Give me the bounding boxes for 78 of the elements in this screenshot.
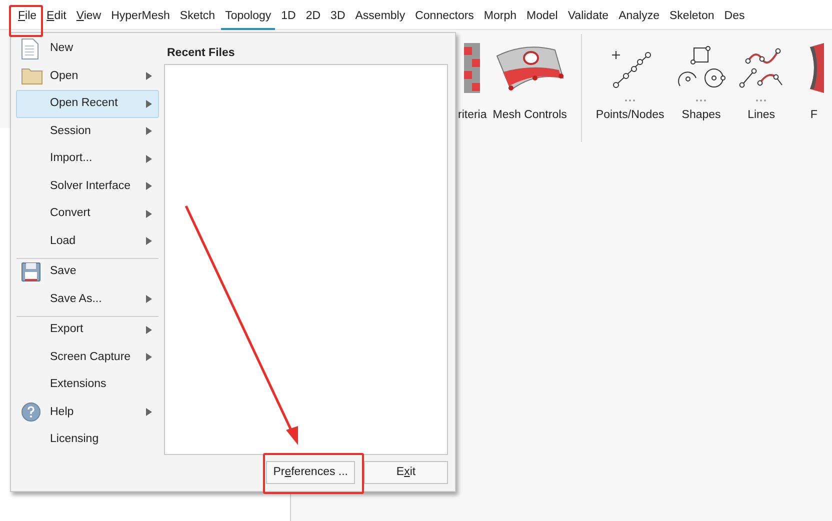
menu-item-label: Screen Capture	[50, 350, 132, 365]
menu-tab[interactable]: File	[14, 6, 41, 30]
menu-tab[interactable]: Des	[720, 6, 749, 30]
menu-tab[interactable]: Connectors	[411, 6, 478, 30]
lines-icon	[738, 46, 784, 88]
menu-item-label: Open	[50, 68, 80, 84]
menu-item[interactable]: New	[16, 35, 159, 62]
dialog-button[interactable]: Preferences ...	[266, 461, 355, 484]
submenu-arrow-icon	[146, 210, 152, 218]
menu-item[interactable]: Solver Interface	[16, 172, 159, 200]
menu-tab[interactable]: Skeleton	[666, 6, 718, 30]
recent-files-title: Recent Files	[167, 46, 236, 61]
menu-item-label: Import...	[50, 151, 94, 166]
menu-item[interactable]: Load	[16, 228, 159, 255]
menu-item[interactable]: Screen Capture	[16, 344, 159, 371]
menu-item-label: Open Recent	[50, 96, 119, 112]
menu-item-label: Save As...	[50, 292, 103, 307]
menu-item[interactable]: Import...	[16, 145, 159, 172]
document-icon	[21, 38, 39, 60]
more-dots-icon	[755, 98, 768, 102]
menu-item[interactable]: Export	[16, 316, 159, 344]
menu-item[interactable]: Extensions	[16, 371, 159, 398]
submenu-arrow-icon	[146, 353, 152, 362]
menu-tab[interactable]: Assembly	[351, 6, 410, 30]
menu-item[interactable]: Licensing	[16, 426, 159, 454]
menu-item-label: Extensions	[50, 377, 108, 392]
submenu-arrow-icon	[146, 326, 152, 334]
menu-item[interactable]: Save As...	[16, 286, 159, 313]
tool-label[interactable]: Lines	[748, 107, 776, 124]
shapes-icon	[676, 46, 726, 90]
highlight-frame-overlay	[9, 5, 43, 37]
submenu-arrow-icon	[146, 237, 152, 246]
folder-icon	[21, 67, 43, 86]
menu-item-label: Save	[50, 264, 78, 280]
checkered-block-icon	[464, 42, 480, 92]
menu-item-label: Solver Interface	[50, 178, 132, 194]
menu-item[interactable]: Save	[16, 258, 159, 286]
menu-tab[interactable]: Model	[522, 6, 562, 30]
menu-item-label: New	[50, 41, 74, 56]
tool-label[interactable]: F	[810, 107, 818, 124]
menu-tab[interactable]: Morph	[480, 6, 521, 30]
tool-label[interactable]: riteria	[458, 107, 487, 124]
tool-label[interactable]: Shapes	[682, 107, 721, 124]
menu-item-label: Licensing	[50, 432, 100, 448]
tool-label[interactable]: Mesh Controls	[492, 107, 567, 124]
menu-item-label: Export	[50, 322, 84, 338]
tool-label[interactable]: Points/Nodes	[596, 107, 664, 124]
menu-tab[interactable]: Sketch	[176, 6, 220, 30]
menu-item[interactable]: Open	[16, 62, 159, 90]
submenu-arrow-icon	[146, 182, 152, 190]
menu-item-label: Convert	[50, 206, 92, 222]
more-dots-icon	[624, 98, 636, 102]
menu-item[interactable]: Open Recent	[16, 90, 159, 118]
submenu-arrow-icon	[146, 72, 152, 80]
menu-tab[interactable]: 3D	[326, 6, 350, 30]
menu-tab[interactable]: View	[72, 6, 106, 30]
submenu-arrow-icon	[146, 127, 152, 136]
submenu-arrow-icon	[146, 100, 152, 108]
menu-tab[interactable]: Analyze	[614, 6, 664, 30]
menu-item-label: Help	[50, 404, 75, 420]
menu-tab[interactable]: 1D	[277, 6, 300, 30]
surface-icon	[810, 42, 824, 92]
menu-item-label: Session	[50, 124, 92, 139]
menu-item[interactable]: Help	[16, 398, 159, 426]
help-icon	[21, 402, 41, 422]
menu-item[interactable]: Convert	[16, 200, 159, 228]
submenu-arrow-icon	[146, 154, 152, 163]
menu-tab[interactable]: HyperMesh	[107, 6, 174, 30]
dialog-button[interactable]: Exit	[364, 461, 448, 484]
menu-tab[interactable]: Validate	[564, 6, 613, 30]
menu-tab[interactable]: 2D	[302, 6, 325, 30]
menu-tab[interactable]: Topology	[221, 6, 276, 30]
menu-tab[interactable]: Edit	[42, 6, 70, 30]
menu-item[interactable]: Session	[16, 118, 159, 145]
submenu-arrow-icon	[146, 295, 152, 304]
more-dots-icon	[695, 98, 708, 102]
submenu-arrow-icon	[146, 408, 152, 416]
menu-item-label: Load	[50, 234, 77, 249]
